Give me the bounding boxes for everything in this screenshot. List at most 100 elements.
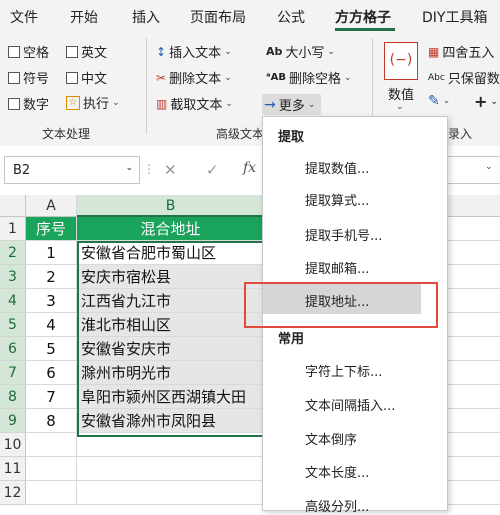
menu-item-extract-number[interactable]: 提取数值... xyxy=(305,158,369,177)
menu-item-advanced-split[interactable]: 高级分列... xyxy=(305,496,369,515)
row-header[interactable]: 1 xyxy=(0,217,26,241)
table-cell-address[interactable]: 安徽省滁州市凤阳县 xyxy=(77,409,265,433)
header-cell-index[interactable]: 序号 xyxy=(26,217,77,241)
table-cell-address[interactable]: 淮北市相山区 xyxy=(77,313,265,337)
add-button[interactable]: + ⌄ xyxy=(474,92,498,111)
menu-item-extract-formula[interactable]: 提取算式... xyxy=(305,190,369,209)
empty-cell[interactable] xyxy=(26,433,77,457)
case-icon: Ab xyxy=(266,44,283,58)
edit-tool-button[interactable]: ✎ ⌄ xyxy=(428,94,450,108)
checkbox-digit[interactable]: 数字 xyxy=(8,94,49,113)
tab-file[interactable]: 文件 xyxy=(10,7,38,27)
tab-diy-toolbox[interactable]: DIY工具箱 xyxy=(422,7,487,27)
row-header[interactable]: 8 xyxy=(0,385,26,409)
delete-text-button[interactable]: ✂ 删除文本 ⌄ xyxy=(156,68,232,88)
header-cell-address[interactable]: 混合地址 xyxy=(77,217,265,241)
table-cell-address[interactable]: 安庆市宿松县 xyxy=(77,265,265,289)
cut-text-icon: ▥ xyxy=(156,96,168,111)
select-all-corner[interactable] xyxy=(0,195,26,217)
row-header[interactable]: 10 xyxy=(0,433,26,457)
menu-item-superscript[interactable]: 字符上下标... xyxy=(305,361,382,380)
plus-icon: + xyxy=(474,92,488,111)
row-header[interactable]: 4 xyxy=(0,289,26,313)
checkbox-symbol[interactable]: 符号 xyxy=(8,68,49,87)
chevron-down-icon: ⌄ xyxy=(112,97,120,108)
expand-formula-icon[interactable]: ⌄ xyxy=(485,162,493,172)
chevron-down-icon: ⌄ xyxy=(396,102,404,112)
empty-cell[interactable] xyxy=(77,433,265,457)
menu-item-interval-insert[interactable]: 文本间隔插入... xyxy=(305,395,395,414)
table-cell-index[interactable]: 3 xyxy=(26,289,77,313)
column-c-cells[interactable] xyxy=(446,217,500,509)
table-cell-address[interactable]: 安徽省安庆市 xyxy=(77,337,265,361)
checkbox-english[interactable]: 英文 xyxy=(66,42,107,61)
name-box-value: B2 xyxy=(13,163,31,178)
tab-formulas[interactable]: 公式 xyxy=(277,7,305,27)
table-cell-address[interactable]: 阜阳市颍州区西湖镇大田 xyxy=(77,385,265,409)
menu-item-extract-email[interactable]: 提取邮箱... xyxy=(305,258,369,277)
case-button[interactable]: Ab 大小写 ⌄ xyxy=(266,42,335,62)
table-cell-index[interactable]: 7 xyxy=(26,385,77,409)
keep-numeric-button[interactable]: Abc 只保留数 xyxy=(428,68,500,87)
menu-item-text-length[interactable]: 文本长度... xyxy=(305,462,369,481)
delete-spaces-button[interactable]: ᵃAB 删除空格 ⌄ xyxy=(266,68,352,88)
function-icon[interactable]: fx xyxy=(243,160,256,176)
checkbox-chinese[interactable]: 中文 xyxy=(66,68,107,87)
tab-page-layout[interactable]: 页面布局 xyxy=(190,7,246,27)
row-header[interactable]: 11 xyxy=(0,457,26,481)
table-cell-index[interactable]: 5 xyxy=(26,337,77,361)
table-cell-index[interactable]: 2 xyxy=(26,265,77,289)
edit-icon: ✎ xyxy=(428,93,440,109)
chevron-down-icon[interactable]: ⌄ xyxy=(125,163,133,173)
empty-cell[interactable] xyxy=(26,481,77,505)
checkbox-box[interactable] xyxy=(8,45,20,58)
numeric-button-label[interactable]: 数值 xyxy=(388,84,414,103)
row-header[interactable]: 12 xyxy=(0,481,26,505)
checkbox-label: 空格 xyxy=(23,46,50,61)
table-cell-index[interactable]: 1 xyxy=(26,241,77,265)
table-cell-address[interactable]: 滁州市明光市 xyxy=(77,361,265,385)
row-header[interactable]: 6 xyxy=(0,337,26,361)
table-cell-index[interactable]: 4 xyxy=(26,313,77,337)
table-cell-address[interactable]: 江西省九江市 xyxy=(77,289,265,313)
chevron-down-icon: ⌄ xyxy=(327,46,335,57)
row-header[interactable]: 9 xyxy=(0,409,26,433)
row-header[interactable]: 2 xyxy=(0,241,26,265)
empty-cell[interactable] xyxy=(77,457,265,481)
splitter-dots-icon[interactable]: ⋮ xyxy=(143,162,155,176)
checkbox-box[interactable] xyxy=(8,71,20,84)
menu-item-extract-phone[interactable]: 提取手机号... xyxy=(305,225,382,244)
execute-button[interactable]: ☆ 执行 ⌄ xyxy=(66,93,120,112)
chevron-down-icon: ⌄ xyxy=(442,96,451,106)
column-header-b[interactable]: B xyxy=(77,195,265,217)
checkbox-box[interactable] xyxy=(8,97,20,110)
cancel-icon[interactable]: ✕ xyxy=(164,161,177,179)
numeric-icon[interactable]: (−) xyxy=(384,42,418,80)
checkbox-label: 中文 xyxy=(81,72,108,87)
empty-cell[interactable] xyxy=(77,481,265,505)
insert-text-button[interactable]: ↕ 插入文本 ⌄ xyxy=(156,42,232,62)
table-cell-index[interactable]: 6 xyxy=(26,361,77,385)
tab-insert[interactable]: 插入 xyxy=(132,7,160,27)
checkbox-box[interactable] xyxy=(66,71,78,84)
confirm-icon[interactable]: ✓ xyxy=(206,161,219,179)
menu-item-reverse-text[interactable]: 文本倒序 xyxy=(305,429,357,448)
checkbox-box[interactable] xyxy=(66,45,78,58)
row-header[interactable]: 5 xyxy=(0,313,26,337)
empty-cell[interactable] xyxy=(26,457,77,481)
row-header[interactable]: 7 xyxy=(0,361,26,385)
table-cell-index[interactable]: 8 xyxy=(26,409,77,433)
table-cell-address[interactable]: 安徽省合肥市蜀山区 xyxy=(77,241,265,265)
checkbox-space[interactable]: 空格 xyxy=(8,42,49,61)
row-header[interactable]: 3 xyxy=(0,265,26,289)
tab-home[interactable]: 开始 xyxy=(70,7,98,27)
round-button[interactable]: ▦ 四舍五入 xyxy=(428,42,494,62)
column-header-a[interactable]: A xyxy=(26,195,77,217)
insert-text-icon: ↕ xyxy=(156,44,167,59)
cut-text-button[interactable]: ▥ 截取文本 ⌄ xyxy=(156,94,233,114)
name-box[interactable]: B2 ⌄ xyxy=(4,156,140,184)
tab-fangfang-gezi[interactable]: 方方格子 xyxy=(335,7,391,27)
more-button[interactable]: → 更多 ⌄ xyxy=(262,94,322,115)
menu-section-extract: 提取 xyxy=(278,130,305,145)
active-tab-indicator xyxy=(335,28,395,31)
